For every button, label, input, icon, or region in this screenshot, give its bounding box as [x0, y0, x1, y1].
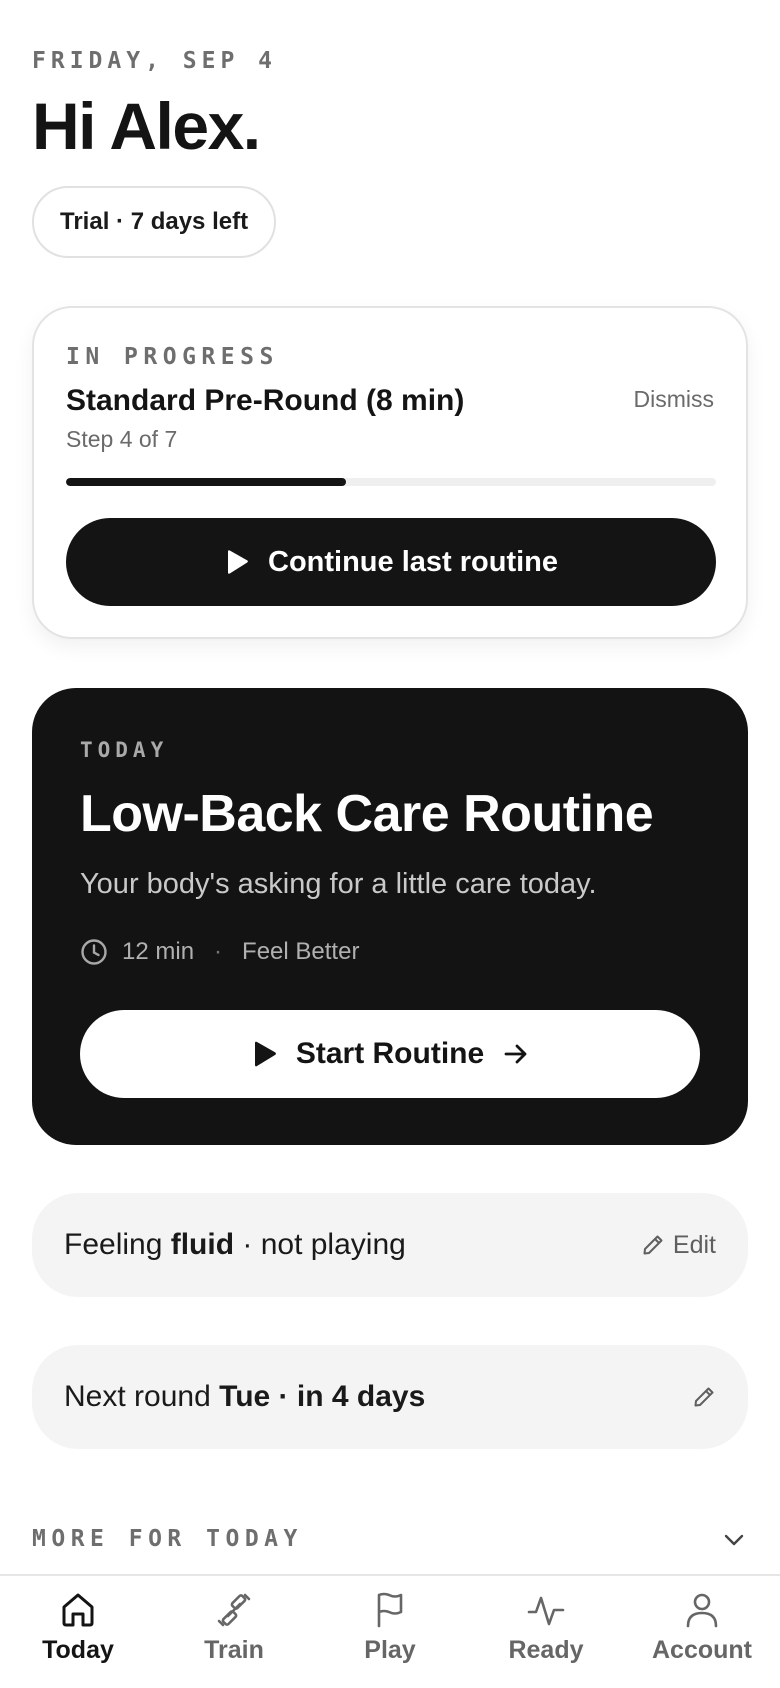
- feeling-suffix: · not playing: [234, 1228, 406, 1261]
- next-round-prefix: Next round: [64, 1380, 220, 1413]
- date-label: FRIDAY, SEP 4: [32, 48, 278, 74]
- edit-feeling-button[interactable]: Edit: [641, 1231, 716, 1260]
- routine-duration: 12 min: [122, 938, 195, 965]
- edit-feeling-label: Edit: [672, 1230, 716, 1259]
- trial-badge[interactable]: Trial · 7 days left: [32, 186, 277, 258]
- progress-bar: [66, 478, 716, 486]
- feeling-state: fluid: [170, 1228, 235, 1261]
- start-routine-label: Start Routine: [295, 1037, 485, 1070]
- person-icon: [686, 1593, 718, 1628]
- more-for-today-label: MORE FOR TODAY: [32, 1526, 303, 1552]
- feeling-status-text: Feeling fluid · not playing: [64, 1228, 406, 1262]
- home-icon: [62, 1593, 94, 1627]
- pencil-icon: [643, 1235, 663, 1255]
- edit-next-round-button[interactable]: [692, 1385, 716, 1409]
- routine-goal: Feel Better: [242, 938, 360, 965]
- today-routine-meta: 12 min · Feel Better: [80, 938, 359, 966]
- routine-title: Standard Pre-Round (8 min): [66, 384, 465, 417]
- flag-icon: [377, 1592, 403, 1628]
- tab-train-label: Train: [204, 1636, 264, 1664]
- tab-account[interactable]: Account: [624, 1576, 780, 1688]
- today-routine-subtitle: Your body's asking for a little care tod…: [80, 868, 597, 900]
- tab-today[interactable]: Today: [0, 1576, 156, 1688]
- progress-bar-fill: [66, 478, 346, 486]
- tab-ready-label: Ready: [508, 1636, 584, 1664]
- tab-today-label: Today: [42, 1636, 114, 1664]
- play-icon: [254, 1041, 276, 1067]
- tab-ready[interactable]: Ready: [468, 1576, 624, 1688]
- routine-step: Step 4 of 7: [66, 426, 178, 452]
- tab-play-label: Play: [364, 1636, 416, 1664]
- today-routine-title: Low-Back Care Routine: [80, 785, 654, 843]
- next-round-text: Next round Tue · in 4 days: [64, 1380, 425, 1414]
- in-progress-card: IN PROGRESS Standard Pre-Round (8 min) S…: [32, 306, 748, 639]
- continue-routine-button[interactable]: Continue last routine: [66, 518, 716, 606]
- clock-icon: [81, 939, 107, 965]
- tab-train[interactable]: Train: [156, 1576, 312, 1688]
- pulse-icon: [527, 1596, 565, 1626]
- today-routine-card: TODAY Low-Back Care Routine Your body's …: [32, 688, 748, 1145]
- today-label: TODAY: [80, 738, 169, 762]
- pencil-icon: [694, 1387, 714, 1407]
- feeling-status-row[interactable]: Feeling fluid · not playing Edit: [32, 1193, 748, 1297]
- dismiss-button[interactable]: Dismiss: [634, 386, 715, 413]
- arrow-right-icon: [504, 1044, 527, 1064]
- continue-routine-label: Continue last routine: [268, 545, 558, 578]
- chevron-down-icon[interactable]: [720, 1526, 748, 1554]
- next-round-row[interactable]: Next round Tue · in 4 days: [32, 1345, 748, 1449]
- bottom-tab-bar: Today Train Play Ready Account: [0, 1574, 780, 1688]
- in-progress-label: IN PROGRESS: [66, 344, 279, 370]
- feeling-prefix: Feeling: [64, 1228, 171, 1261]
- greeting-title: Hi Alex.: [32, 89, 261, 163]
- tab-account-label: Account: [652, 1636, 752, 1664]
- meta-separator: ·: [214, 938, 223, 965]
- next-round-when: Tue · in 4 days: [219, 1380, 426, 1413]
- tab-play[interactable]: Play: [312, 1576, 468, 1688]
- play-icon: [228, 550, 248, 574]
- dumbbell-icon: [217, 1593, 251, 1627]
- start-routine-button[interactable]: Start Routine: [80, 1010, 700, 1098]
